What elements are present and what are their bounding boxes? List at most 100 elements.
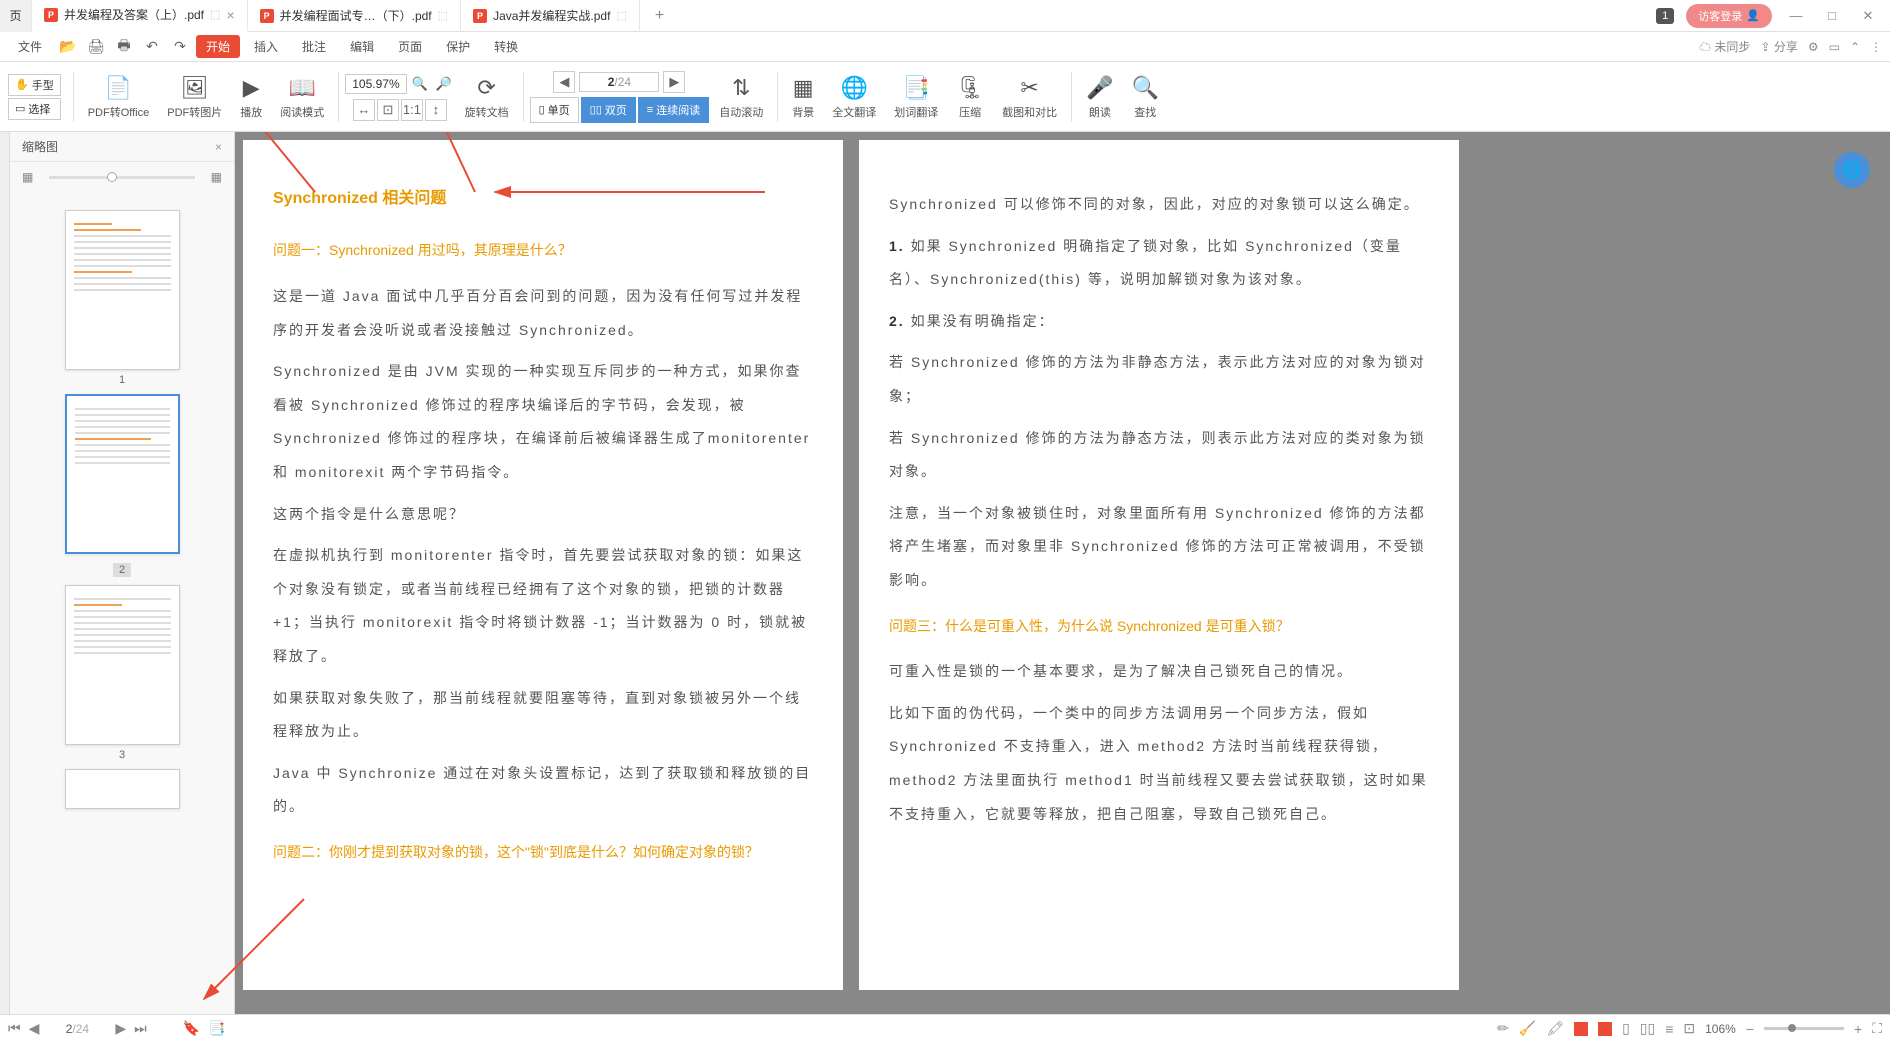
pin-icon[interactable]: ⬚ [438, 9, 448, 22]
status-page-input[interactable]: 2/24 [47, 1022, 107, 1036]
next-page-icon[interactable]: ▶ [115, 1020, 126, 1037]
fit-width-icon[interactable]: ↔ [353, 99, 375, 121]
background-button[interactable]: ▦背景 [784, 70, 822, 124]
fit-icon[interactable]: ⊡ [1683, 1020, 1695, 1037]
save-icon[interactable]: 🖨 [84, 38, 108, 55]
print-icon[interactable]: 🖶 [112, 35, 136, 59]
readaloud-button[interactable]: 🎤朗读 [1078, 70, 1121, 124]
document-viewport[interactable]: Synchronized 相关问题 问题一：Synchronized 用过吗，其… [235, 132, 1890, 1014]
pin-icon[interactable]: ⬚ [210, 8, 220, 21]
window-close-icon[interactable]: ✕ [1856, 8, 1880, 24]
find-button[interactable]: 🔍查找 [1124, 70, 1167, 124]
highlight-icon[interactable]: 🖍 [1546, 1020, 1564, 1037]
menu-page[interactable]: 页面 [388, 34, 432, 59]
float-translate-button[interactable]: 🌐 [1834, 152, 1870, 188]
more-icon[interactable]: ⋮ [1870, 40, 1882, 54]
rotate-button[interactable]: ⟳旋转文档 [457, 70, 517, 124]
tab-1[interactable]: P 并发编程及答案（上）.pdf ⬚ × [32, 0, 248, 32]
pdf-to-office[interactable]: 📄PDF转Office [80, 70, 158, 124]
menu-annotate[interactable]: 批注 [292, 34, 336, 59]
menu-edit[interactable]: 编辑 [340, 34, 384, 59]
menu-protect[interactable]: 保护 [436, 34, 480, 59]
tab-2[interactable]: P 并发编程面试专…（下）.pdf ⬚ [248, 0, 461, 32]
pin-icon[interactable]: ⬚ [616, 9, 626, 22]
share-button[interactable]: ⇪ 分享 [1760, 38, 1797, 55]
thumbnail-size-slider[interactable] [49, 176, 194, 179]
fit-page-icon[interactable]: ⊡ [377, 99, 399, 121]
zoom-out-icon[interactable]: − [1746, 1021, 1754, 1037]
list-item: 1. 如果 Synchronized 明确指定了锁对象，比如 Synchroni… [889, 230, 1429, 297]
close-thumbnails-icon[interactable]: × [215, 140, 222, 154]
grid-view-icon[interactable]: ▦ [211, 170, 222, 184]
next-page-icon[interactable]: ▶ [663, 71, 685, 93]
thumbnails-list[interactable]: 1 2 3 [10, 192, 234, 1014]
fit-height-icon[interactable]: ↕ [425, 99, 447, 121]
single-page-button[interactable]: ▯ 单页 [530, 97, 579, 123]
outline-icon[interactable]: 📑 [208, 1020, 225, 1037]
view-continuous-icon[interactable]: ≡ [1665, 1021, 1673, 1037]
left-panel[interactable] [0, 132, 10, 1014]
zoom-in-icon[interactable]: 🔍 [409, 73, 431, 95]
crop-button[interactable]: ✂截图和对比 [994, 70, 1065, 124]
close-icon[interactable]: × [226, 7, 234, 23]
fullscreen-icon[interactable]: ⛶ [1872, 1020, 1882, 1037]
zoom-in-icon[interactable]: + [1854, 1021, 1862, 1037]
list-view-icon[interactable]: ▦ [22, 170, 33, 184]
pdf-icon: P [44, 8, 58, 22]
tab-3[interactable]: P Java并发编程实战.pdf ⬚ [461, 0, 640, 32]
zoom-slider[interactable] [1764, 1027, 1844, 1030]
autoscroll-button[interactable]: ⇅自动滚动 [711, 70, 771, 124]
first-page-icon[interactable]: ⏮ [8, 1020, 21, 1037]
pdf-to-image[interactable]: 🖼PDF转图片 [159, 70, 230, 124]
read-mode[interactable]: 📖阅读模式 [272, 70, 332, 124]
fulltrans-button[interactable]: 🌐全文翻译 [824, 70, 884, 124]
zoom-out-icon[interactable]: 🔎 [433, 73, 455, 95]
settings-icon[interactable]: ⚙ [1808, 40, 1819, 54]
menu-convert[interactable]: 转换 [484, 34, 528, 59]
brush-icon[interactable]: ✏ [1497, 1020, 1509, 1037]
zoom-level[interactable]: 106% [1705, 1022, 1736, 1036]
tab-home[interactable]: 页 [0, 0, 32, 32]
minimize-icon[interactable]: — [1784, 8, 1808, 23]
prev-page-icon[interactable]: ◀ [553, 71, 575, 93]
bookmark-icon[interactable]: 🔖 [183, 1020, 200, 1037]
open-icon[interactable]: 📂 [56, 38, 80, 55]
page-input[interactable]: 2/24 [579, 72, 659, 92]
undo-icon[interactable]: ↶ [140, 38, 164, 55]
maximize-icon[interactable]: □ [1820, 8, 1844, 23]
notification-badge[interactable]: 1 [1656, 8, 1674, 24]
speaker-icon: 🎤 [1086, 74, 1113, 102]
thumbnails-panel: 缩略图 × ▦ ▦ 1 2 3 [10, 132, 235, 1014]
prev-page-icon[interactable]: ◀ [29, 1020, 40, 1037]
sync-status[interactable]: ☁ 未同步 [1699, 38, 1750, 55]
color-swatch[interactable] [1598, 1022, 1612, 1036]
thumbnail-2[interactable] [65, 394, 180, 554]
double-page-button[interactable]: ▯▯ 双页 [581, 97, 636, 123]
guest-login-button[interactable]: 访客登录 👤 [1686, 4, 1772, 28]
play-button[interactable]: ▶播放 [232, 70, 270, 124]
redo-icon[interactable]: ↷ [168, 38, 192, 55]
select-tool[interactable]: ▭ 选择 [8, 98, 61, 120]
thumbnail-4[interactable] [65, 769, 180, 809]
thumbnail-1[interactable] [65, 210, 180, 370]
mode-icon[interactable]: ▭ [1829, 40, 1840, 54]
menu-insert[interactable]: 插入 [244, 34, 288, 59]
hand-tool[interactable]: ✋ 手型 [8, 74, 61, 96]
collapse-icon[interactable]: ⌃ [1850, 40, 1860, 54]
menu-file[interactable]: 文件 [8, 34, 52, 59]
menu-start[interactable]: 开始 [196, 35, 240, 58]
tab-add[interactable]: + [640, 7, 679, 25]
actual-size-icon[interactable]: 1:1 [401, 99, 423, 121]
color-swatch[interactable] [1574, 1022, 1588, 1036]
view-single-icon[interactable]: ▯ [1622, 1020, 1630, 1037]
wordtrans-button[interactable]: 📑划词翻译 [886, 70, 946, 124]
zoom-input[interactable]: 105.97% [345, 74, 406, 94]
continuous-button[interactable]: ≡ 连续阅读 [638, 97, 709, 123]
thumbnail-3[interactable] [65, 585, 180, 745]
compress-button[interactable]: 🗜压缩 [948, 70, 992, 124]
view-double-icon[interactable]: ▯▯ [1640, 1020, 1655, 1037]
last-page-icon[interactable]: ⏭ [134, 1020, 147, 1037]
play-icon: ▶ [243, 74, 260, 102]
eraser-icon[interactable]: 🧹 [1519, 1020, 1536, 1037]
paragraph: Synchronized 是由 JVM 实现的一种实现互斥同步的一种方式，如果你… [273, 355, 813, 489]
